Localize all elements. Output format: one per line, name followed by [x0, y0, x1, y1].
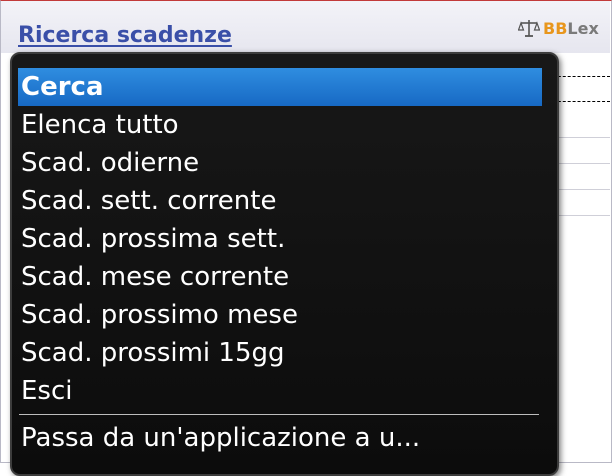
- menu-item-esci[interactable]: Esci: [18, 372, 542, 410]
- scales-icon: [518, 20, 540, 37]
- menu-item-switch-application[interactable]: Passa da un'applicazione a u...: [18, 419, 542, 457]
- logo-text-bb: BB: [543, 18, 568, 38]
- menu-item-elenca-tutto[interactable]: Elenca tutto: [18, 106, 542, 144]
- menu-item-scad-sett-corrente[interactable]: Scad. sett. corrente: [18, 182, 542, 220]
- menu-item-scad-odierne[interactable]: Scad. odierne: [18, 144, 542, 182]
- menu-item-cerca[interactable]: Cerca: [18, 68, 542, 106]
- menu-item-scad-prossimi-15gg[interactable]: Scad. prossimi 15gg: [18, 334, 542, 372]
- page-title: Ricerca scadenze: [18, 23, 232, 48]
- menu-item-scad-prossima-sett[interactable]: Scad. prossima sett.: [18, 220, 542, 258]
- title-bar: Ricerca scadenze BB Lex: [1, 1, 610, 53]
- menu-item-scad-mese-corrente[interactable]: Scad. mese corrente: [18, 258, 542, 296]
- menu-item-scad-prossimo-mese[interactable]: Scad. prossimo mese: [18, 296, 542, 334]
- logo-text-lex: Lex: [567, 18, 599, 38]
- bblex-logo: BB Lex: [518, 17, 599, 39]
- menu-separator: [19, 414, 539, 415]
- popup-menu: Cerca Elenca tutto Scad. odierne Scad. s…: [10, 52, 559, 476]
